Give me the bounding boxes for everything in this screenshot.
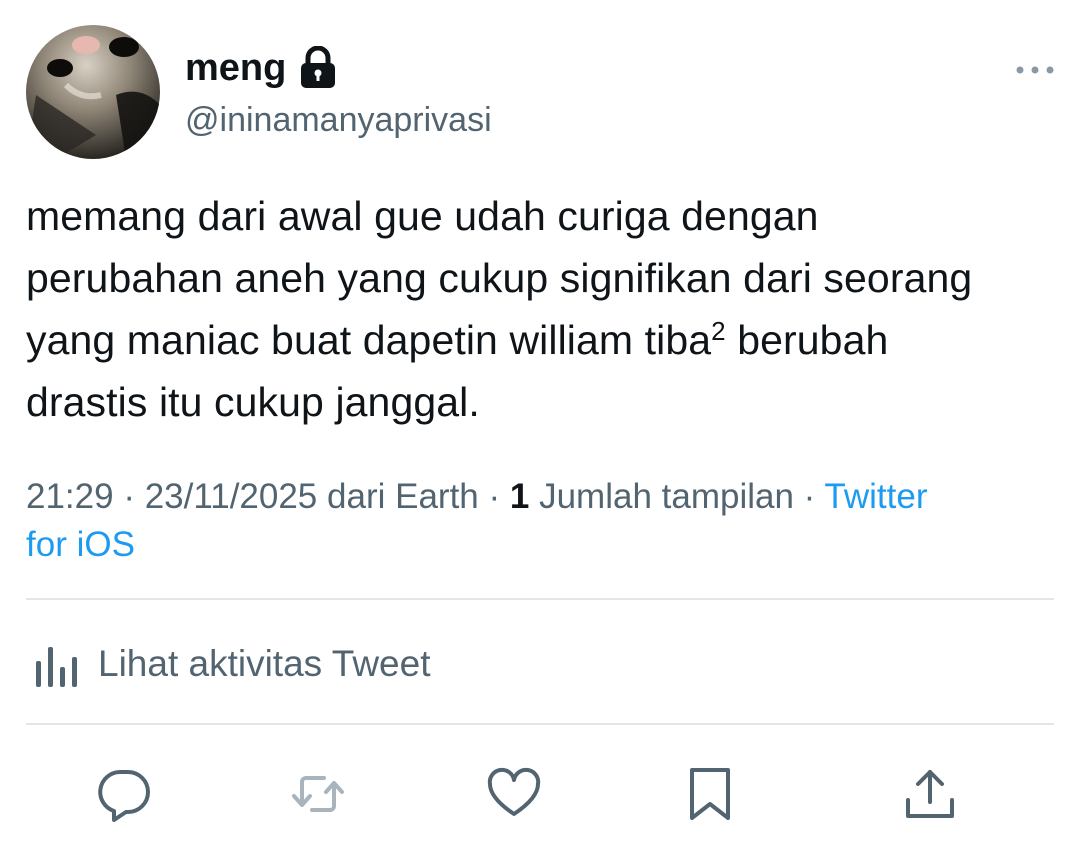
reply-icon [98,770,150,822]
divider [26,598,1054,600]
heart-icon [487,767,541,816]
bar-chart-icon [36,647,77,687]
retweet-icon [292,776,344,812]
source-link[interactable]: Twitter [824,477,927,516]
share-button[interactable] [902,766,958,822]
avatar-image [26,25,160,159]
tweet-line: yang maniac buat dapetin william tiba2 b… [26,309,1056,371]
tweet-meta: 21:29 · 23/11/2025 dari Earth · 1 Jumlah… [26,473,1056,569]
lock-icon [298,45,338,90]
source-link-continued[interactable]: for iOS [26,525,135,564]
tweet-text: memang dari awal gue udah curiga dengan … [26,185,1056,433]
tweet-location: dari Earth [327,477,479,516]
view-activity-label: Lihat aktivitas Tweet [98,643,431,684]
tweet-line: perubahan aneh yang cukup signifikan dar… [26,255,973,301]
bookmark-icon [690,768,730,820]
avatar[interactable] [26,25,160,159]
reply-button[interactable] [96,766,152,822]
view-activity-button[interactable]: Lihat aktivitas Tweet [26,631,431,697]
superscript-text: 2 [711,316,726,346]
more-icon[interactable] [1012,58,1058,82]
tweet-date[interactable]: 23/11/2025 [145,477,318,516]
view-label: Jumlah tampilan [539,477,794,516]
display-name[interactable]: meng [185,44,338,92]
view-count: 1 [509,477,530,516]
retweet-button[interactable] [290,766,346,822]
display-name-text: meng [185,47,287,89]
divider [26,723,1054,725]
meta-separator: · [113,477,145,516]
meta-separator: · [793,477,825,516]
tweet-line-text: yang maniac buat dapetin william tiba [26,317,712,363]
meta-separator: · [478,477,510,516]
tweet-time[interactable]: 21:29 [26,477,114,516]
tweet-line-tail: berubah [725,317,889,363]
like-button[interactable] [486,766,542,822]
user-handle[interactable]: @ininamanyaprivasi [185,98,492,142]
share-icon [906,770,954,818]
tweet-line: memang dari awal gue udah curiga dengan [26,193,819,239]
tweet-line: drastis itu cukup janggal. [26,379,480,425]
bookmark-button[interactable] [682,766,738,822]
